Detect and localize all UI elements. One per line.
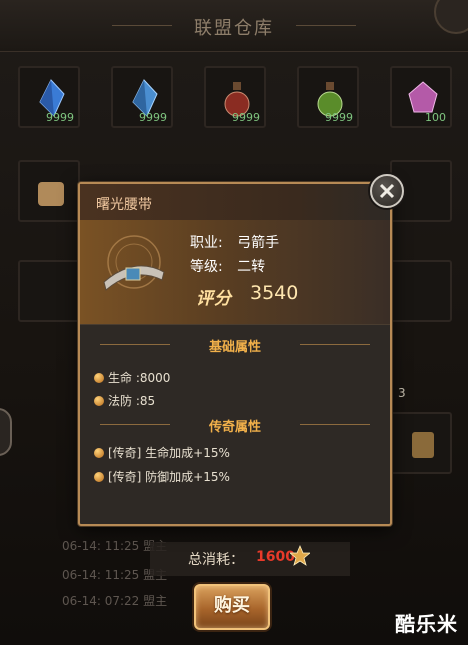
buy-button[interactable]: 购买 [194,584,270,630]
watermark-logo: 酷乐米 [395,612,458,636]
warehouse-slot[interactable]: 9999 [18,66,80,128]
scroll-icon [38,182,64,206]
slot-quantity: 9999 [46,111,74,124]
score-label: 评分 [196,289,232,309]
item-icon [412,432,434,458]
warehouse-slot[interactable]: 9999 [111,66,173,128]
class-value: 弓箭手 [237,235,280,251]
side-scroll-handle[interactable] [0,408,12,456]
warehouse-slot[interactable] [18,160,80,222]
title-deco-right [296,25,356,26]
bullet-icon [94,448,104,458]
warehouse-slot[interactable]: 9999 [297,66,359,128]
section-line [300,344,370,345]
belt-icon [103,235,165,291]
bullet-icon [94,472,104,482]
warehouse-title: 联盟仓库 [194,18,274,39]
grade-value: 二转 [237,259,266,275]
attr-text: [传奇] 防御加成+15% [108,470,230,484]
warehouse-slot[interactable] [390,260,452,322]
dialog-title-bar: 曙光腰带 [80,184,390,220]
base-attr-row: 生命 :8000 [94,369,170,386]
base-attr-row: 法防 :85 [94,392,155,409]
attr-text: 生命 :8000 [108,371,171,385]
warehouse-slot[interactable]: 100 [390,66,452,128]
slot-quantity: 100 [425,111,446,124]
legend-attr-heading: 传奇属性 [208,420,261,435]
bullet-icon [94,373,104,383]
log-time: 06-14: 11:25 [62,539,140,553]
slot-quantity: 9999 [139,111,167,124]
class-label: 职业: [190,235,223,251]
item-summary: 职业: 弓箭手 等级: 二转 [80,220,390,324]
base-attr-heading: 基础属性 [208,340,261,355]
slot-quantity: 9999 [325,111,353,124]
attr-text: [传奇] 生命加成+15% [108,446,230,460]
cost-bar [150,542,350,576]
grade-label: 等级: [190,259,223,275]
warehouse-slot[interactable] [18,260,80,322]
warehouse-header: 联盟仓库 [0,0,468,52]
slot-quantity: 9999 [232,111,260,124]
log-time: 06-14: 07:22 [62,594,140,608]
log-entry: 06-14: 07:22 盟主 [62,592,167,609]
close-button[interactable] [370,174,404,208]
wing-currency-icon [290,544,310,566]
legend-attr-row: [传奇] 生命加成+15% [94,444,230,461]
grade-row: 等级: 二转 [190,256,265,276]
log-text: 盟主 [143,594,168,608]
class-row: 职业: 弓箭手 [190,232,279,252]
cost-label: 总消耗： [188,552,244,568]
log-time: 06-14: 11:25 [62,568,140,582]
divider [80,324,390,325]
warehouse-slot[interactable] [390,412,452,474]
legend-attr-row: [传奇] 防御加成+15% [94,468,230,485]
attr-text: 法防 :85 [108,394,156,408]
score-value: 3540 [250,282,299,304]
close-icon [379,183,395,199]
item-name: 曙光腰带 [96,197,152,213]
bullet-icon [94,396,104,406]
warehouse-slot[interactable]: 9999 [204,66,266,128]
side-number: 3 [398,386,406,400]
section-line [300,424,370,425]
item-tooltip-dialog: 曙光腰带 职业: 弓箭手 等级: 二转 评分 3540 基础属性 生命 :800… [78,174,404,526]
